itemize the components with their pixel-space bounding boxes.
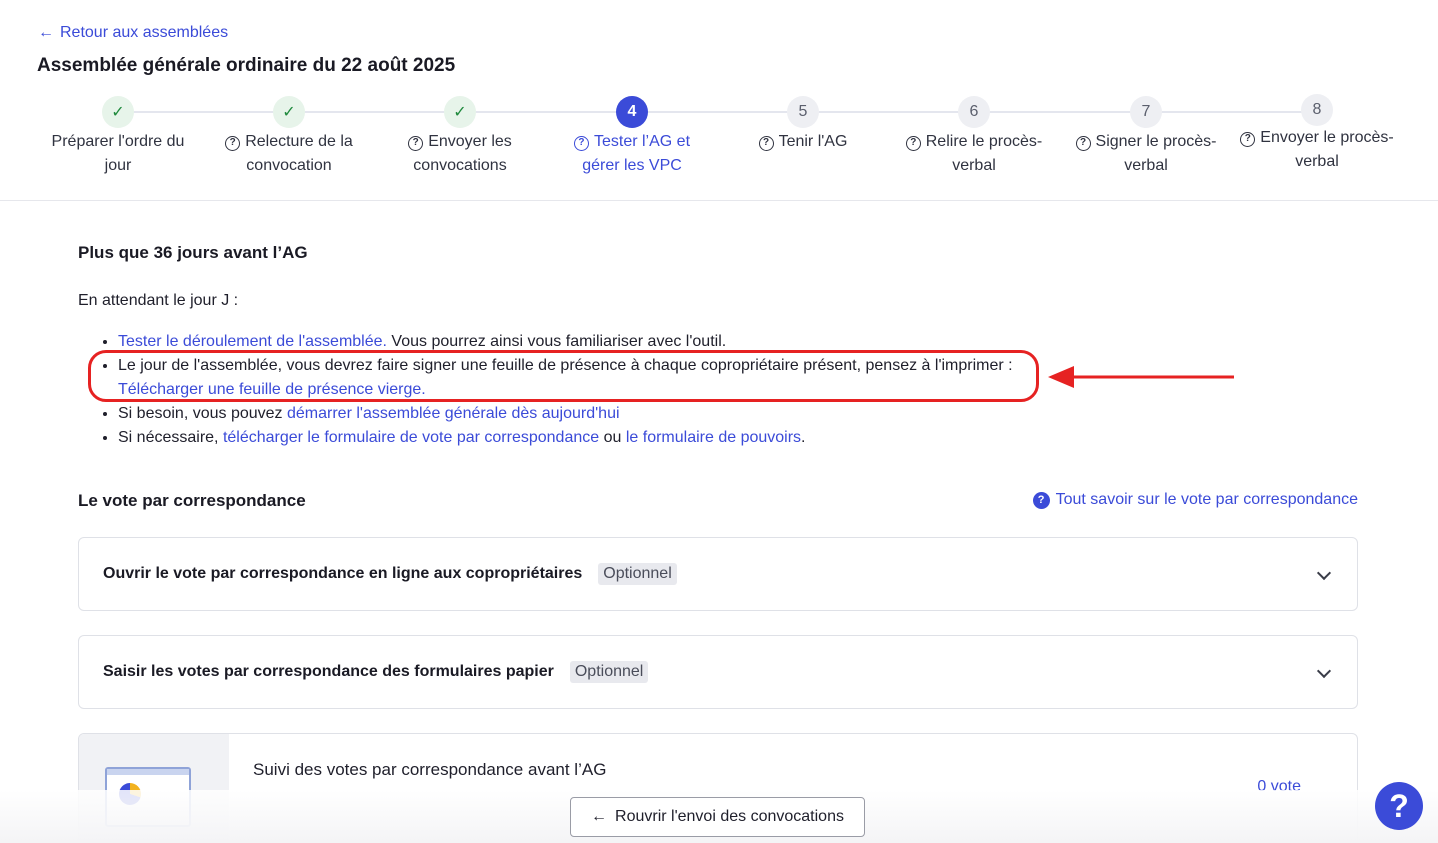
- question-circle-icon: ?: [1032, 491, 1050, 509]
- question-circle-icon: ?: [573, 136, 589, 151]
- question-circle-icon: ?: [905, 136, 921, 151]
- step-label-line1: Signer le procès-: [1095, 133, 1217, 150]
- step-label: Préparer l'ordre du jour: [33, 130, 203, 178]
- download-vote-form-link[interactable]: télécharger le formulaire de vote par co…: [223, 429, 599, 446]
- countdown-intro: En attendant le jour J :: [78, 292, 239, 309]
- step-2[interactable]: ✓? Relecture de la convocation: [204, 96, 374, 178]
- chevron-down-icon: [1316, 663, 1332, 679]
- chevron-down-icon: [1316, 565, 1332, 581]
- question-circle-icon: ?: [758, 136, 774, 151]
- list-item: Si besoin, vous pouvez démarrer l'assemb…: [118, 402, 1048, 426]
- arrow-left-icon: ←: [38, 24, 54, 41]
- check-icon: ✓: [273, 96, 305, 128]
- step-label: ? Tester l’AG et gérer les VPC: [547, 130, 717, 178]
- step-label-line1: Envoyer les: [428, 133, 512, 150]
- list-item-text: Si nécessaire,: [118, 429, 223, 446]
- step-6[interactable]: 6? Relire le procès-verbal: [889, 96, 1059, 178]
- list-item-text: .: [801, 429, 806, 446]
- step-4[interactable]: 4? Tester l’AG et gérer les VPC: [547, 96, 717, 178]
- todo-list: Tester le déroulement de l'assemblée. Vo…: [118, 330, 1048, 450]
- list-item: Le jour de l'assemblée, vous devrez fair…: [118, 354, 1048, 402]
- header-divider: [0, 200, 1438, 201]
- step-number: 4: [616, 96, 648, 128]
- question-circle-icon: ?: [225, 136, 241, 151]
- step-number: 5: [787, 96, 819, 128]
- accordion-enter-paper-votes[interactable]: Saisir les votes par correspondance des …: [78, 635, 1358, 709]
- step-label: ? Signer le procès-verbal: [1061, 130, 1231, 178]
- step-label-line2: gérer les VPC: [582, 157, 682, 174]
- step-number: 7: [1130, 96, 1162, 128]
- vote-info-link[interactable]: ? Tout savoir sur le vote par correspond…: [1032, 491, 1358, 509]
- download-attendance-sheet-link[interactable]: Télécharger une feuille de présence vier…: [118, 381, 426, 398]
- test-assembly-link[interactable]: Tester le déroulement de l'assemblée.: [118, 333, 387, 350]
- list-item: Tester le déroulement de l'assemblée. Vo…: [118, 330, 1048, 354]
- check-icon: ✓: [444, 96, 476, 128]
- step-label-line1: Relecture de la: [245, 133, 353, 150]
- step-label-line1: Préparer l'ordre du: [51, 133, 185, 150]
- reopen-button-label: Rouvrir l'envoi des convocations: [615, 808, 844, 825]
- list-item: Si nécessaire, télécharger le formulaire…: [118, 426, 1048, 450]
- question-circle-icon: ?: [1075, 136, 1091, 151]
- back-to-assemblies-link[interactable]: ← Retour aux assemblées: [38, 24, 228, 42]
- step-label: ? Relecture de la convocation: [204, 130, 374, 178]
- page-title: Assemblée générale ordinaire du 22 août …: [37, 55, 456, 76]
- step-label: ? Tenir l'AG: [718, 130, 888, 154]
- step-3[interactable]: ✓? Envoyer les convocations: [375, 96, 545, 178]
- optional-badge: Optionnel: [598, 563, 677, 585]
- progress-stepper: ✓ Préparer l'ordre du jour ✓? Relecture de l…: [32, 94, 1404, 186]
- step-7[interactable]: 7? Signer le procès-verbal: [1061, 96, 1231, 178]
- step-label-line1: Tester l’AG et: [593, 133, 691, 150]
- reopen-convocations-button[interactable]: ← Rouvrir l'envoi des convocations: [570, 797, 865, 837]
- step-number: 6: [958, 96, 990, 128]
- vote-info-link-label: Tout savoir sur le vote par correspondan…: [1055, 491, 1358, 508]
- annotation-arrow: [1048, 366, 1234, 388]
- step-label: ? Envoyer les convocations: [375, 130, 545, 178]
- step-label-line2: verbal: [952, 157, 996, 174]
- step-number: 8: [1301, 94, 1333, 126]
- step-label-line1: Relire le procès-: [925, 133, 1043, 150]
- accordion-open-online-vote[interactable]: Ouvrir le vote par correspondance en lig…: [78, 537, 1358, 611]
- step-label-line2: convocation: [246, 157, 332, 174]
- list-item-text: Vous pourrez ainsi vous familiariser ave…: [386, 333, 727, 350]
- back-link-label: Retour aux assemblées: [60, 24, 229, 41]
- check-icon: ✓: [102, 96, 134, 128]
- arrow-left-icon: ←: [591, 808, 608, 825]
- download-proxy-form-link[interactable]: le formulaire de pouvoirs: [626, 429, 801, 446]
- step-8[interactable]: 8? Envoyer le procès-verbal: [1232, 94, 1402, 174]
- question-circle-icon: ?: [408, 136, 424, 151]
- accordion-title: Ouvrir le vote par correspondance en lig…: [103, 565, 583, 582]
- step-label: ? Relire le procès-verbal: [889, 130, 1059, 178]
- optional-badge: Optionnel: [569, 661, 649, 683]
- tracking-title: Suivi des votes par correspondance avant…: [253, 760, 607, 779]
- vote-section-heading: Le vote par correspondance: [78, 491, 306, 510]
- step-label-line1: Tenir l'AG: [778, 133, 848, 150]
- step-label-line1: Envoyer le procès-: [1260, 129, 1394, 146]
- list-item-text: ou: [599, 429, 626, 446]
- question-circle-icon: ?: [1240, 132, 1256, 147]
- step-label-line2: jour: [104, 157, 132, 174]
- step-label-line2: convocations: [413, 157, 507, 174]
- step-5[interactable]: 5? Tenir l'AG: [718, 96, 888, 154]
- step-1[interactable]: ✓ Préparer l'ordre du jour: [33, 96, 203, 178]
- step-label: ? Envoyer le procès-verbal: [1232, 126, 1402, 174]
- help-chat-button[interactable]: ?: [1375, 782, 1423, 830]
- step-label-line2: verbal: [1295, 153, 1339, 170]
- accordion-title: Saisir les votes par correspondance des …: [103, 663, 554, 680]
- start-assembly-link[interactable]: démarrer l'assemblée générale dès aujour…: [287, 405, 620, 422]
- countdown-heading: Plus que 36 jours avant l’AG: [78, 243, 308, 262]
- list-item-text: Le jour de l'assemblée, vous devrez fair…: [118, 357, 1013, 374]
- list-item-text: Si besoin, vous pouvez: [118, 405, 287, 422]
- step-label-line2: verbal: [1124, 157, 1168, 174]
